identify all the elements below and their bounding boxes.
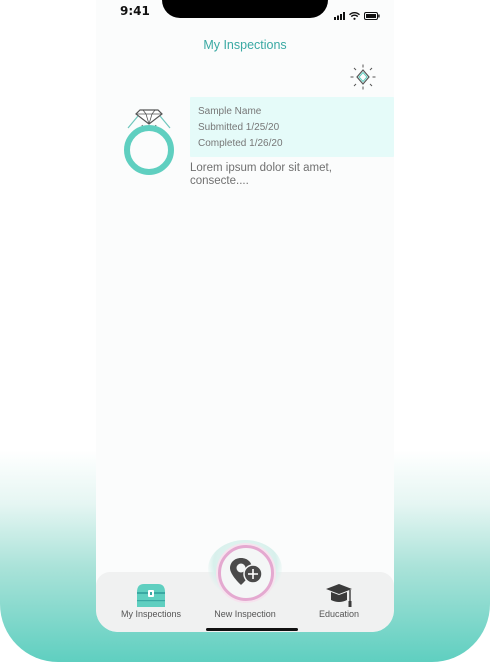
- nav-label-new-inspection: New Inspection: [214, 609, 276, 619]
- nav-education[interactable]: Education: [296, 572, 382, 632]
- inspection-card[interactable]: Sample Name Submitted 1/25/20 Completed …: [96, 96, 394, 206]
- diamond-icon[interactable]: [349, 63, 377, 91]
- location-pin-plus-icon: [227, 554, 265, 594]
- new-inspection-button[interactable]: [218, 545, 274, 601]
- inspection-description: Lorem ipsum dolor sit amet, consecte....: [190, 162, 332, 187]
- treasure-chest-icon: [135, 582, 167, 612]
- nav-my-inspections[interactable]: My Inspections: [108, 572, 194, 632]
- device-notch: [162, 0, 328, 18]
- ring-icon: [110, 104, 188, 180]
- status-time: 9:41: [120, 4, 150, 18]
- submitted-date: Submitted 1/25/20: [198, 122, 280, 133]
- inspection-info: Sample Name Submitted 1/25/20 Completed …: [190, 97, 394, 157]
- app-screen: 9:41 My Inspections Sample Name Submitte…: [96, 0, 394, 632]
- nav-label-education: Education: [318, 609, 360, 619]
- status-bar: 9:41: [96, 0, 394, 26]
- battery-icon: [364, 5, 380, 24]
- nav-label-my-inspections: My Inspections: [120, 609, 182, 619]
- signal-icon: [334, 5, 345, 24]
- page-title: My Inspections: [203, 38, 287, 52]
- inspection-name: Sample Name: [198, 106, 262, 117]
- wifi-icon: [349, 5, 360, 24]
- completed-date: Completed 1/26/20: [198, 138, 283, 149]
- status-icons: [334, 5, 380, 24]
- home-indicator: [206, 628, 298, 631]
